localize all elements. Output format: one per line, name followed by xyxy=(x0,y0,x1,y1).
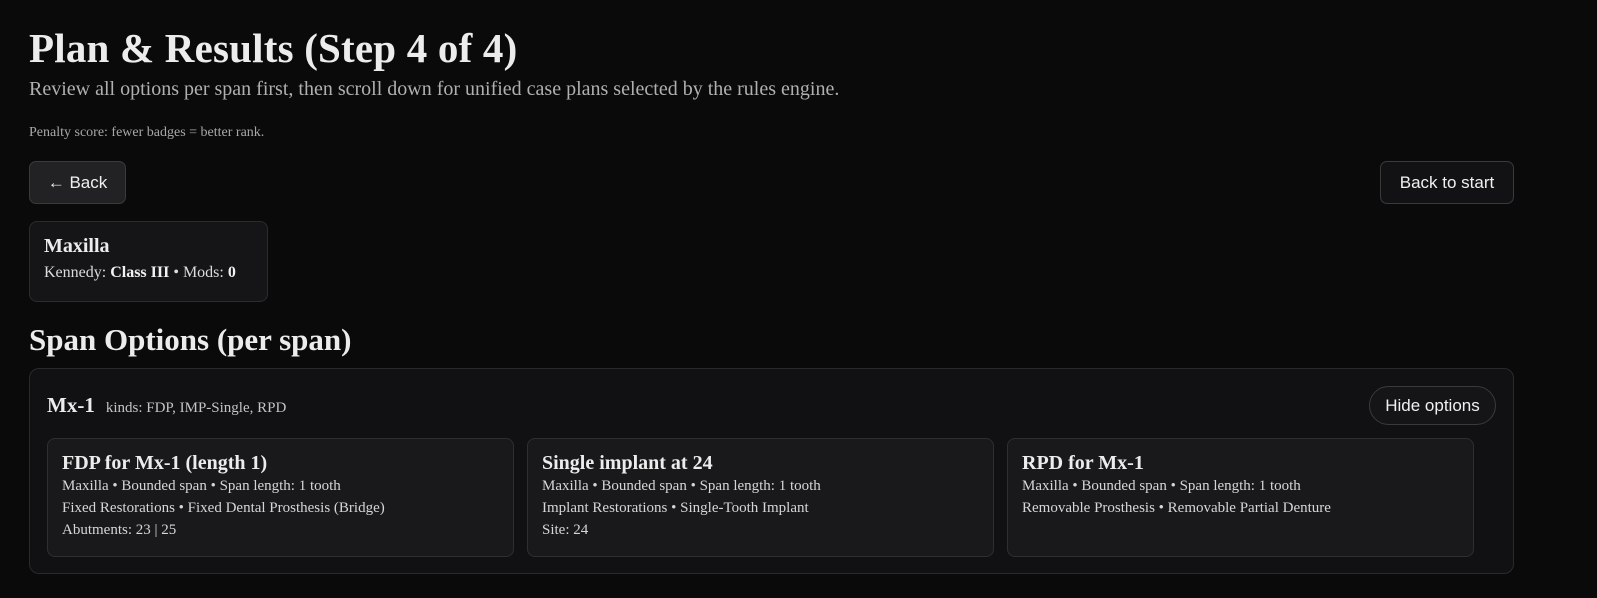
page-subtitle: Review all options per span first, then … xyxy=(29,78,840,100)
option-card-rpd[interactable]: RPD for Mx-1 Maxilla • Bounded span • Sp… xyxy=(1007,438,1474,557)
arch-summary-card: Maxilla Kennedy: Class III • Mods: 0 xyxy=(29,221,268,302)
option-meta: Maxilla • Bounded span • Span length: 1 … xyxy=(1022,478,1301,494)
span-name: Mx-1 xyxy=(47,393,95,417)
arch-title: Maxilla xyxy=(44,235,110,257)
option-meta: Maxilla • Bounded span • Span length: 1 … xyxy=(542,478,821,494)
kennedy-label: Kennedy: xyxy=(44,264,111,281)
option-title: Single implant at 24 xyxy=(542,452,713,474)
arch-kennedy-info: Kennedy: Class III • Mods: 0 xyxy=(44,264,253,282)
option-category: Implant Restorations • Single-Tooth Impl… xyxy=(542,500,809,516)
option-title: FDP for Mx-1 (length 1) xyxy=(62,452,268,474)
span-panel: Mx-1 kinds: FDP, IMP-Single, RPD Hide op… xyxy=(29,368,1514,574)
back-button[interactable]: ← Back xyxy=(29,161,126,204)
span-options-heading: Span Options (per span) xyxy=(29,322,352,357)
kennedy-class: Class III xyxy=(110,264,170,281)
option-meta: Maxilla • Bounded span • Span length: 1 … xyxy=(62,478,341,494)
option-list: FDP for Mx-1 (length 1) Maxilla • Bounde… xyxy=(47,438,1474,557)
penalty-note: Penalty score: fewer badges = better ran… xyxy=(29,125,265,140)
back-to-start-button[interactable]: Back to start xyxy=(1380,161,1514,204)
span-kinds: kinds: FDP, IMP-Single, RPD xyxy=(105,400,287,416)
option-card-fdp[interactable]: FDP for Mx-1 (length 1) Maxilla • Bounde… xyxy=(47,438,514,557)
page-title: Plan & Results (Step 4 of 4) xyxy=(29,25,518,71)
span-header: Mx-1 kinds: FDP, IMP-Single, RPD xyxy=(47,393,286,418)
option-detail: Abutments: 23 | 25 xyxy=(62,522,177,538)
option-detail: Site: 24 xyxy=(542,522,589,538)
hide-options-button[interactable]: Hide options xyxy=(1369,386,1496,425)
option-title: RPD for Mx-1 xyxy=(1022,452,1144,474)
mods-value: 0 xyxy=(227,264,236,281)
option-category: Fixed Restorations • Fixed Dental Prosth… xyxy=(62,500,385,516)
option-category: Removable Prosthesis • Removable Partial… xyxy=(1022,500,1331,516)
option-card-implant[interactable]: Single implant at 24 Maxilla • Bounded s… xyxy=(527,438,994,557)
mods-label: • Mods: xyxy=(169,264,228,281)
